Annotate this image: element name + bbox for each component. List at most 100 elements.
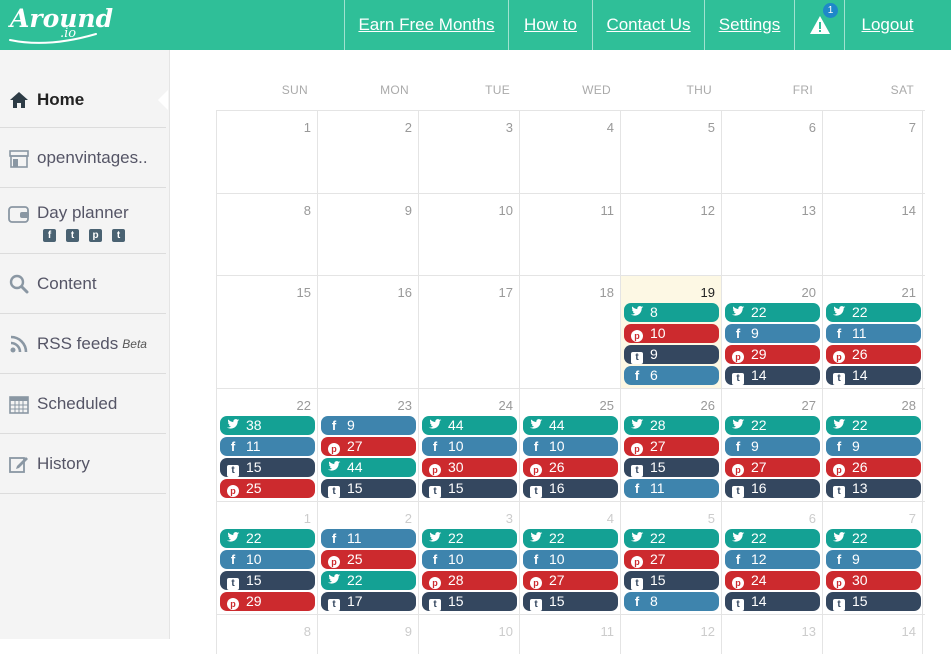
sidebar-item-openvintages[interactable]: openvintages.. [0, 128, 166, 188]
pinterest-post-count[interactable]: p 30 [826, 571, 921, 590]
twitter-icon[interactable]: t [66, 229, 79, 242]
twitter-post-count[interactable]: 22 [220, 529, 315, 548]
calendar-day[interactable]: 20 22 f 9 p 29 t 14 [721, 276, 822, 388]
calendar-day[interactable]: 25 44 f 10 p 26 t 16 [519, 389, 620, 501]
pinterest-post-count[interactable]: p 29 [220, 592, 315, 611]
calendar-day[interactable]: 16 [317, 276, 418, 388]
facebook-post-count[interactable]: f 11 [321, 529, 416, 548]
sidebar-item-history[interactable]: History [0, 434, 166, 494]
tumblr-post-count[interactable]: t 15 [523, 592, 618, 611]
tumblr-post-count[interactable]: t 15 [624, 571, 719, 590]
nav-contact-us[interactable]: Contact Us [592, 0, 704, 50]
calendar-day[interactable]: 12 [620, 194, 721, 275]
pinterest-post-count[interactable]: p 27 [624, 550, 719, 569]
calendar-day[interactable]: 8 [216, 194, 317, 275]
tumblr-post-count[interactable]: t 15 [321, 479, 416, 498]
calendar-day[interactable]: 14 [822, 615, 923, 654]
calendar-day[interactable]: 10 [418, 615, 519, 654]
tumblr-post-count[interactable]: t 14 [725, 366, 820, 385]
twitter-post-count[interactable]: 38 [220, 416, 315, 435]
facebook-post-count[interactable]: f 12 [725, 550, 820, 569]
facebook-post-count[interactable]: f9 [321, 416, 416, 435]
calendar-day[interactable]: 11 [519, 194, 620, 275]
calendar-day-today[interactable]: 19 8 p 10 t 9 f 6 [620, 276, 721, 388]
nav-earn-free-months[interactable]: Earn Free Months [344, 0, 508, 50]
calendar-day[interactable]: 10 [418, 194, 519, 275]
calendar-day[interactable]: 7 22 f 9 p 30 t 15 [822, 502, 923, 614]
tumblr-icon[interactable]: t [112, 229, 125, 242]
facebook-post-count[interactable]: f 10 [220, 550, 315, 569]
tumblr-post-count[interactable]: t9 [624, 345, 719, 364]
calendar-day[interactable]: 22 38 f 11 t 15 p 25 [216, 389, 317, 501]
pinterest-post-count[interactable]: p 25 [321, 550, 416, 569]
calendar-day[interactable]: 13 [721, 194, 822, 275]
calendar-day[interactable]: 12 [620, 615, 721, 654]
nav-settings[interactable]: Settings [704, 0, 794, 50]
facebook-post-count[interactable]: f 10 [523, 437, 618, 456]
sidebar-item-rss-feeds[interactable]: RSS feeds Beta [0, 314, 166, 374]
tumblr-post-count[interactable]: t 14 [725, 592, 820, 611]
facebook-icon[interactable]: f [43, 229, 56, 242]
calendar-day[interactable]: 26 28 p 27 t 15 f 11 [620, 389, 721, 501]
calendar-day[interactable]: 5 [620, 111, 721, 193]
sidebar-item-scheduled[interactable]: Scheduled [0, 374, 166, 434]
calendar-day[interactable]: 3 22 f 10 p 28 t 15 [418, 502, 519, 614]
tumblr-post-count[interactable]: t 16 [523, 479, 618, 498]
twitter-post-count[interactable]: 8 [624, 303, 719, 322]
pinterest-post-count[interactable]: p 27 [523, 571, 618, 590]
tumblr-post-count[interactable]: t 15 [220, 571, 315, 590]
tumblr-post-count[interactable]: t 17 [321, 592, 416, 611]
calendar-day[interactable]: 4 [519, 111, 620, 193]
twitter-post-count[interactable]: 44 [321, 458, 416, 477]
calendar-day[interactable]: 9 [317, 615, 418, 654]
tumblr-post-count[interactable]: t 15 [826, 592, 921, 611]
twitter-post-count[interactable]: 22 [826, 529, 921, 548]
tumblr-post-count[interactable]: t 15 [422, 592, 517, 611]
pinterest-post-count[interactable]: p 28 [422, 571, 517, 590]
sidebar-item-day-planner[interactable]: Day planner f t p t [0, 188, 166, 254]
calendar-day[interactable]: 27 22 f 9 p 27 t 16 [721, 389, 822, 501]
nav-logout[interactable]: Logout [844, 0, 930, 50]
calendar-day[interactable]: 8 [216, 615, 317, 654]
twitter-post-count[interactable]: 22 [826, 303, 921, 322]
nav-alerts[interactable]: 1 [794, 0, 844, 50]
pinterest-post-count[interactable]: p 27 [321, 437, 416, 456]
calendar-day[interactable]: 21 22 f 11 p 26 t 14 [822, 276, 923, 388]
logo[interactable]: Around .io [8, 4, 113, 46]
calendar-day[interactable]: 24 44 f 10 p 30 t 15 [418, 389, 519, 501]
calendar-day[interactable]: 5 22 p 27 t 15 f 8 [620, 502, 721, 614]
pinterest-icon[interactable]: p [89, 229, 102, 242]
tumblr-post-count[interactable]: t 15 [422, 479, 517, 498]
tumblr-post-count[interactable]: t 14 [826, 366, 921, 385]
calendar-day[interactable]: 9 [317, 194, 418, 275]
calendar-day[interactable]: 4 22 f 10 p 27 t 15 [519, 502, 620, 614]
twitter-post-count[interactable]: 22 [422, 529, 517, 548]
calendar-day[interactable]: 7 [822, 111, 923, 193]
facebook-post-count[interactable]: f 10 [523, 550, 618, 569]
tumblr-post-count[interactable]: t 15 [624, 458, 719, 477]
pinterest-post-count[interactable]: p 27 [725, 458, 820, 477]
twitter-post-count[interactable]: 22 [321, 571, 416, 590]
twitter-post-count[interactable]: 22 [523, 529, 618, 548]
facebook-post-count[interactable]: f9 [725, 324, 820, 343]
calendar-day[interactable]: 6 22 f 12 p 24 t 14 [721, 502, 822, 614]
twitter-post-count[interactable]: 22 [725, 529, 820, 548]
tumblr-post-count[interactable]: t 16 [725, 479, 820, 498]
pinterest-post-count[interactable]: p 27 [624, 437, 719, 456]
sidebar-item-content[interactable]: Content [0, 254, 166, 314]
facebook-post-count[interactable]: f 10 [422, 550, 517, 569]
calendar-day[interactable]: 11 [519, 615, 620, 654]
pinterest-post-count[interactable]: p 26 [826, 458, 921, 477]
facebook-post-count[interactable]: f6 [624, 366, 719, 385]
facebook-post-count[interactable]: f8 [624, 592, 719, 611]
calendar-day[interactable]: 2 f 11 p 25 22 t 17 [317, 502, 418, 614]
calendar-day[interactable]: 23 f 9 p 27 44 t 15 [317, 389, 418, 501]
calendar-day[interactable]: 14 [822, 194, 923, 275]
twitter-post-count[interactable]: 22 [624, 529, 719, 548]
pinterest-post-count[interactable]: p 26 [523, 458, 618, 477]
sidebar-item-home[interactable]: Home [0, 72, 166, 128]
pinterest-post-count[interactable]: p 24 [725, 571, 820, 590]
facebook-post-count[interactable]: f 11 [826, 324, 921, 343]
pinterest-post-count[interactable]: p 26 [826, 345, 921, 364]
calendar-day[interactable]: 1 22 f 10 t 15 p 29 [216, 502, 317, 614]
